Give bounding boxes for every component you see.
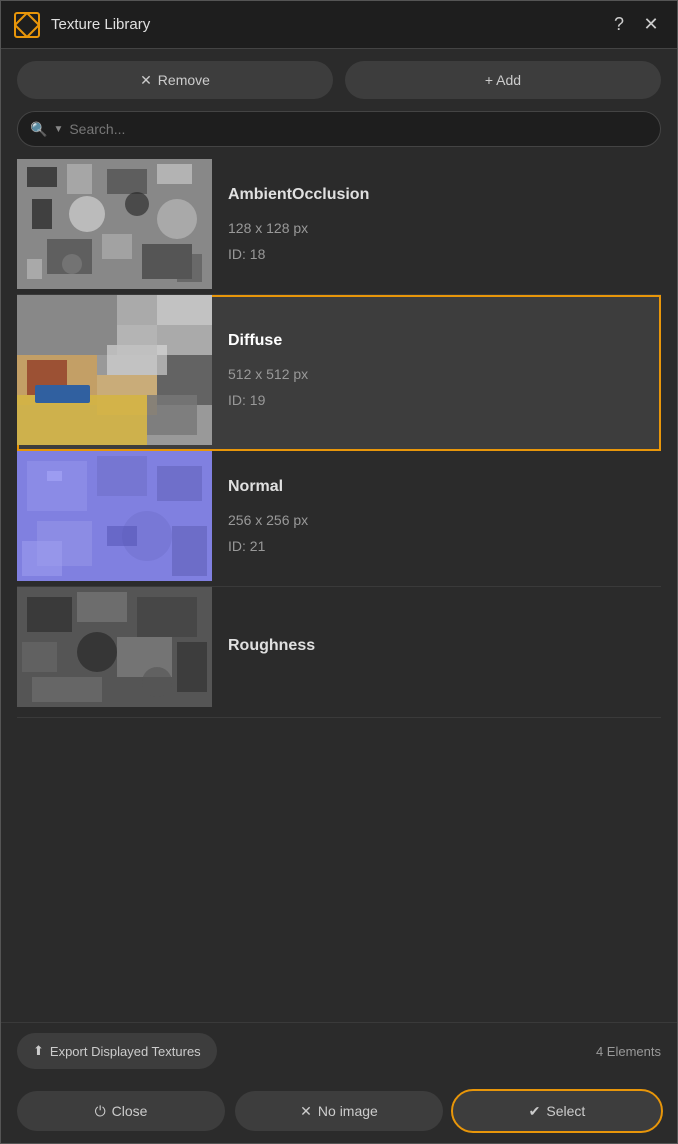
- search-icon: 🔍: [30, 121, 47, 138]
- texture-info: Diffuse 512 x 512 px ID: 19: [212, 295, 661, 450]
- search-dropdown-icon[interactable]: ▼: [53, 124, 63, 135]
- app-logo-icon: [13, 11, 41, 39]
- close-icon: ⏻: [95, 1103, 106, 1120]
- titlebar: Texture Library ? ✕: [1, 1, 677, 49]
- texture-item[interactable]: Normal 256 x 256 px ID: 21: [17, 451, 661, 587]
- texture-name: AmbientOcclusion: [228, 186, 645, 204]
- remove-button[interactable]: ✕ Remove: [17, 61, 333, 99]
- export-icon: ⬆: [33, 1043, 44, 1059]
- texture-list: AmbientOcclusion 128 x 128 px ID: 18: [17, 159, 677, 718]
- elements-count: 4 Elements: [596, 1044, 661, 1059]
- texture-info: Roughness: [212, 587, 661, 717]
- search-input[interactable]: [69, 121, 648, 137]
- export-button[interactable]: ⬆ Export Displayed Textures: [17, 1033, 217, 1069]
- help-button[interactable]: ?: [605, 11, 633, 39]
- texture-item[interactable]: Roughness: [17, 587, 661, 718]
- export-label: Export Displayed Textures: [50, 1044, 201, 1059]
- texture-thumbnail: [17, 159, 212, 294]
- normal-thumbnail-image: [17, 451, 212, 581]
- texture-thumbnail: [17, 295, 212, 450]
- texture-thumbnail: [17, 451, 212, 586]
- texture-info: AmbientOcclusion 128 x 128 px ID: 18: [212, 159, 661, 294]
- toolbar: ✕ Remove + Add: [1, 49, 677, 111]
- texture-id: ID: 18: [228, 242, 645, 267]
- texture-name: Diffuse: [228, 332, 645, 350]
- close-window-button[interactable]: ✕: [637, 11, 665, 39]
- texture-dimensions: 256 x 256 px: [228, 508, 645, 533]
- add-label: + Add: [485, 72, 521, 88]
- texture-id: ID: 21: [228, 534, 645, 559]
- add-button[interactable]: + Add: [345, 61, 661, 99]
- close-button[interactable]: ⏻ Close: [17, 1091, 225, 1131]
- footer-bar: ⬆ Export Displayed Textures 4 Elements: [1, 1022, 677, 1079]
- diffuse-thumbnail-image: [17, 295, 212, 445]
- close-label: Close: [112, 1103, 148, 1119]
- select-button[interactable]: ✔ Select: [453, 1091, 661, 1131]
- roughness-thumbnail-image: [17, 587, 212, 707]
- ao-thumbnail-image: [17, 159, 212, 289]
- select-label: Select: [546, 1103, 585, 1119]
- select-icon: ✔: [529, 1103, 541, 1120]
- no-image-label: No image: [318, 1103, 378, 1119]
- window-title: Texture Library: [51, 16, 605, 33]
- texture-info: Normal 256 x 256 px ID: 21: [212, 451, 661, 586]
- action-bar: ⏻ Close ✕ No image ✔ Select: [1, 1079, 677, 1143]
- search-bar: 🔍 ▼: [17, 111, 661, 147]
- texture-thumbnail: [17, 587, 212, 717]
- texture-name: Roughness: [228, 637, 645, 655]
- remove-icon: ✕: [140, 72, 152, 89]
- no-image-button[interactable]: ✕ No image: [235, 1091, 443, 1131]
- texture-item[interactable]: Diffuse 512 x 512 px ID: 19: [17, 295, 661, 451]
- texture-name: Normal: [228, 478, 645, 496]
- texture-library-window: Texture Library ? ✕ ✕ Remove + Add 🔍 ▼: [0, 0, 678, 1144]
- texture-dimensions: 128 x 128 px: [228, 216, 645, 241]
- texture-id: ID: 19: [228, 388, 645, 413]
- no-image-icon: ✕: [300, 1103, 312, 1120]
- texture-item[interactable]: AmbientOcclusion 128 x 128 px ID: 18: [17, 159, 661, 295]
- texture-dimensions: 512 x 512 px: [228, 362, 645, 387]
- texture-list-container: AmbientOcclusion 128 x 128 px ID: 18: [1, 159, 677, 1022]
- remove-label: Remove: [158, 72, 210, 88]
